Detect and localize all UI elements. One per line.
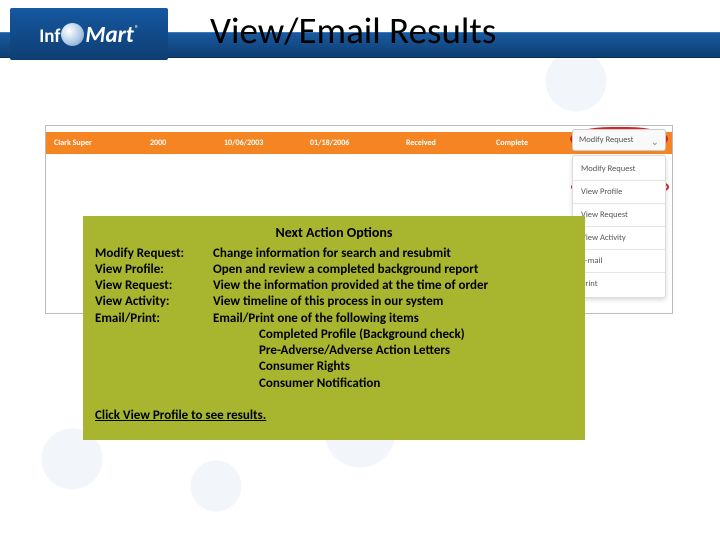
info-cta: Click View Profile to see results. bbox=[95, 408, 573, 424]
globe-icon bbox=[61, 23, 84, 46]
dropdown-selected[interactable]: Modify Request ⌄ bbox=[572, 129, 666, 151]
info-subitem: Completed Profile (Background check) bbox=[259, 327, 573, 343]
info-row: Modify Request:Change information for se… bbox=[95, 246, 573, 262]
info-label: View Activity: bbox=[95, 294, 213, 310]
header: Inf Mart ® View/Email Results bbox=[0, 0, 720, 70]
cell-date1: 10/06/2003 bbox=[224, 138, 310, 148]
cell-id: 2000 bbox=[150, 138, 224, 148]
cell-name: Clark Super bbox=[54, 138, 150, 148]
info-title: Next Action Options bbox=[95, 224, 573, 242]
info-subitem: Consumer Rights bbox=[259, 359, 573, 375]
dropdown-item-modify-request[interactable]: Modify Request bbox=[573, 158, 665, 180]
chevron-down-icon: ⌄ bbox=[651, 135, 659, 148]
dropdown-selected-label: Modify Request bbox=[579, 135, 634, 145]
info-box: Next Action Options Modify Request:Chang… bbox=[83, 216, 585, 440]
logo: Inf Mart ® bbox=[10, 8, 168, 60]
info-desc: Open and review a completed background r… bbox=[213, 262, 478, 278]
info-row: View Request:View the information provid… bbox=[95, 278, 573, 294]
dropdown-item-view-activity[interactable]: View Activity bbox=[573, 227, 665, 249]
cell-status2: Complete bbox=[496, 138, 574, 148]
cell-date2: 01/18/2006 bbox=[310, 138, 406, 148]
info-row: View Profile:Open and review a completed… bbox=[95, 262, 573, 278]
info-label: View Profile: bbox=[95, 262, 213, 278]
cell-status1: Received bbox=[406, 138, 496, 148]
info-desc: View the information provided at the tim… bbox=[213, 278, 488, 294]
action-dropdown[interactable]: Modify Request ⌄ Modify Request View Pro… bbox=[572, 129, 666, 298]
info-desc: Change information for search and resubm… bbox=[213, 246, 451, 262]
info-subitem: Pre-Adverse/Adverse Action Letters bbox=[259, 343, 573, 359]
dropdown-item-print[interactable]: Print bbox=[573, 273, 665, 295]
info-desc: Email/Print one of the following items bbox=[213, 311, 419, 327]
dropdown-item-view-profile[interactable]: View Profile bbox=[573, 181, 665, 203]
page-title: View/Email Results bbox=[210, 8, 496, 53]
info-label: Modify Request: bbox=[95, 246, 213, 262]
info-desc: View timeline of this process in our sys… bbox=[213, 294, 443, 310]
info-label: Email/Print: bbox=[95, 311, 213, 327]
info-subitem: Consumer Notification bbox=[259, 376, 573, 392]
logo-text-mart: Mart bbox=[85, 21, 133, 49]
info-label: View Request: bbox=[95, 278, 213, 294]
dropdown-item-email[interactable]: E-mail bbox=[573, 250, 665, 272]
dropdown-item-view-request[interactable]: View Request bbox=[573, 204, 665, 226]
info-row: View Activity:View timeline of this proc… bbox=[95, 294, 573, 310]
registered-icon: ® bbox=[135, 24, 139, 34]
info-row: Email/Print:Email/Print one of the follo… bbox=[95, 311, 573, 327]
logo-text-info: Inf bbox=[39, 25, 60, 48]
dropdown-list: Modify Request View Profile View Request… bbox=[572, 155, 666, 298]
